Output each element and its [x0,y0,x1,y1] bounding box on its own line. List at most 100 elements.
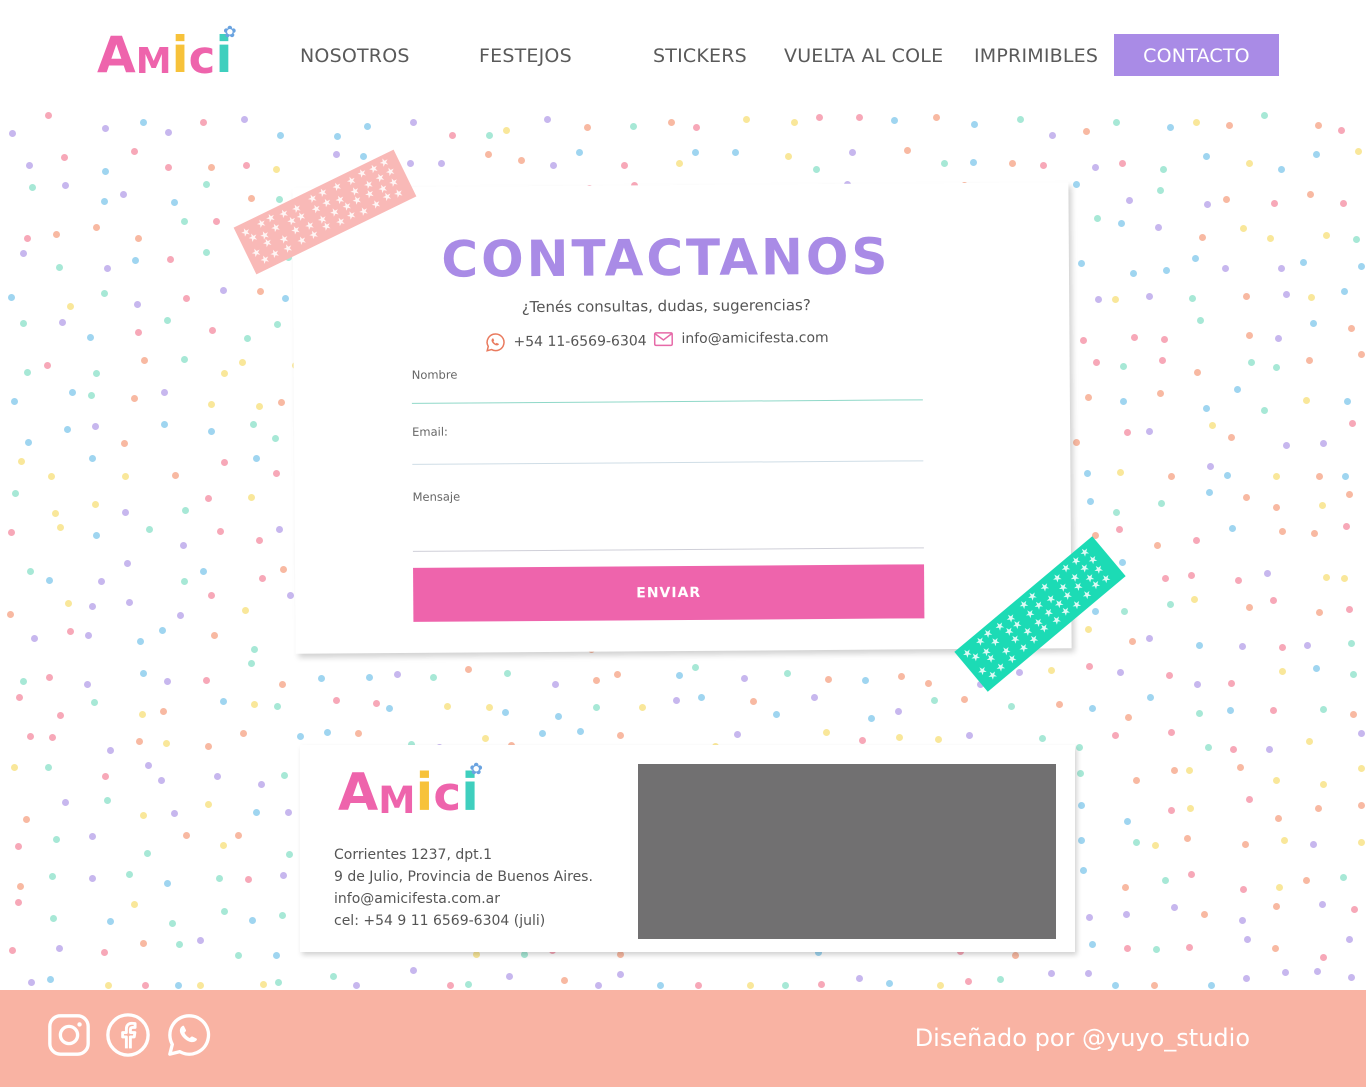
confetti-dot [1123,817,1131,825]
confetti-dot [1008,702,1016,710]
confetti-dot [1300,258,1308,266]
confetti-dot [1226,706,1234,714]
confetti-dot [1199,233,1207,241]
confetti-dot [204,743,212,751]
confetti-dot [125,870,133,878]
confetti-dot [89,602,96,610]
confetti-dot [135,328,143,336]
confetti-dot [1168,806,1176,814]
confetti-dot [56,945,64,953]
contact-email[interactable]: info@amicifesta.com [653,330,829,347]
confetti-dot [1191,254,1199,262]
confetti-dot [120,191,128,199]
info-card: A Mi c i ✿ Corrientes 1237, dpt.1 9 de Julio… [300,745,1075,952]
confetti-dot [61,153,69,161]
confetti-dot [160,388,168,396]
confetti-dot [244,876,252,884]
confetti-dot [334,132,342,140]
confetti-dot [181,356,189,364]
confetti-dot [576,728,584,736]
confetti-dot [1073,181,1081,189]
confetti-dot [1312,150,1320,158]
name-input[interactable] [411,373,923,403]
instagram-icon[interactable] [46,1012,92,1058]
message-label: Mensaje [412,489,461,504]
confetti-dot [1121,607,1129,615]
confetti-dot [1280,836,1288,844]
confetti-dot [318,674,326,682]
confetti-dot [84,681,92,689]
confetti-dot [1112,509,1120,517]
nav-item-festejos[interactable]: FESTEJOS [479,34,572,76]
confetti-dot [44,362,52,370]
confetti-dot [1316,609,1324,617]
confetti-dot [64,425,72,433]
confetti-dot [816,114,823,122]
facebook-icon[interactable] [105,1012,151,1058]
confetti-dot [161,421,169,429]
confetti-dot [1206,462,1214,470]
info-email[interactable]: info@amicifesta.com.ar [334,891,500,907]
nav-item-imprimibles[interactable]: IMPRIMIBLES [974,34,1098,76]
confetti-dot [1147,693,1155,701]
confetti-dot [202,249,210,257]
confetti-dot [790,119,798,127]
confetti-dot [1155,223,1163,231]
confetti-dot [673,696,681,704]
confetti-dot [849,148,857,156]
confetti-dot [199,567,207,575]
confetti-dot [1341,473,1349,481]
confetti-dot [92,500,100,508]
confetti-dot [465,981,473,989]
confetti-dot [1351,905,1359,913]
contact-subtitle: ¿Tenés consultas, dudas, sugerencias? [521,296,811,317]
confetti-dot [1352,236,1360,244]
confetti-dot [175,981,183,989]
confetti-dot [1243,493,1251,501]
confetti-dot [1348,974,1356,982]
whatsapp-icon [486,333,505,352]
confetti-dot [1306,357,1314,365]
confetti-dot [1159,165,1167,173]
designer-credit[interactable]: Diseñado por @yuyo_studio [915,1024,1250,1052]
confetti-dot [55,264,63,272]
confetti-dot [410,967,418,975]
confetti-dot [1203,153,1211,161]
confetti-dot [1320,780,1328,788]
confetti-dot [1239,643,1247,651]
email-input[interactable] [412,433,924,463]
confetti-dot [1195,642,1203,650]
whatsapp-icon[interactable] [166,1012,212,1058]
confetti-dot [742,115,750,123]
confetti-dot [89,832,97,840]
confetti-dot [91,698,99,706]
submit-button[interactable]: ENVIAR [413,564,925,622]
confetti-dot [101,124,109,132]
site-header: A Mi c i ✿ NOSOTROS FESTEJOS STICKERS VUELTA… [0,0,1366,108]
contact-phone[interactable]: +54 11-6569-6304 [485,331,647,352]
nav-item-nosotros[interactable]: NOSOTROS [300,34,410,76]
main-nav: NOSOTROS FESTEJOS STICKERS VUELTA AL COL… [0,34,1366,76]
confetti-dot [1040,162,1048,170]
confetti-dot [17,882,25,890]
nav-item-vuelta-al-cole[interactable]: VUELTA AL COLE [784,34,943,76]
nav-item-stickers[interactable]: STICKERS [653,34,747,76]
map-placeholder[interactable] [638,764,1056,939]
confetti-dot [252,808,260,816]
confetti-dot [1193,537,1200,545]
message-input[interactable] [412,513,924,543]
confetti-dot [15,899,23,907]
nav-item-contacto[interactable]: CONTACTO [1114,34,1279,76]
confetti-dot [8,130,16,138]
confetti-dot [180,577,188,585]
confetti-dot [1086,498,1094,506]
confetti-dot [24,369,31,377]
confetti-dot [130,900,138,908]
confetti-dot [443,702,451,710]
confetti-dot [1302,397,1310,404]
confetti-dot [482,734,490,742]
confetti-dot [1309,840,1317,848]
mail-icon [653,332,673,347]
confetti-dot [1227,679,1235,687]
confetti-dot [100,948,108,956]
